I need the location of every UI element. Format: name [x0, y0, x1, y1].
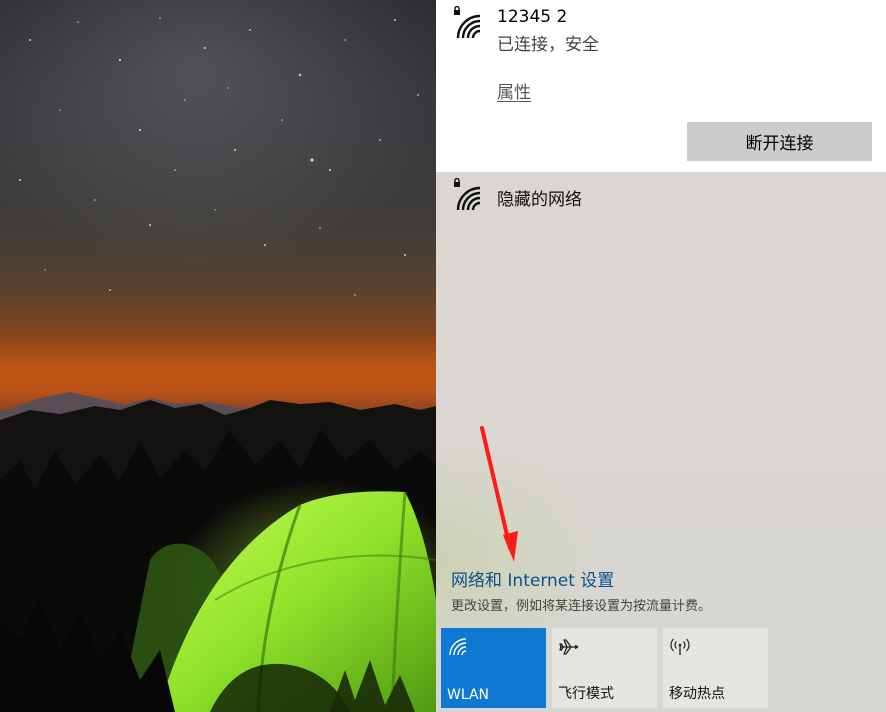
quick-action-label: 飞行模式	[558, 686, 614, 702]
hotspot-icon	[670, 638, 690, 655]
disconnect-button[interactable]: 断开连接	[687, 122, 872, 161]
desktop-wallpaper	[0, 0, 436, 712]
quick-action-label: 移动热点	[669, 686, 725, 702]
hidden-network-name: 隐藏的网络	[497, 190, 582, 210]
connected-network-status: 已连接，安全	[497, 35, 599, 55]
network-flyout-panel: 12345 2 已连接，安全 属性 断开连接 隐藏的网络 网络和 Interne…	[436, 0, 886, 712]
wifi-secured-icon	[454, 6, 481, 39]
hidden-network-item[interactable]: 隐藏的网络	[436, 172, 886, 222]
quick-action-wlan[interactable]: WLAN	[441, 628, 546, 708]
quick-action-label: WLAN	[447, 687, 490, 703]
wallpaper-scene-image	[0, 0, 436, 712]
quick-action-mobile-hotspot[interactable]: 移动热点	[663, 628, 768, 708]
wifi-icon	[449, 638, 467, 656]
connected-network-name: 12345 2	[497, 7, 568, 27]
wifi-secured-icon	[454, 178, 481, 211]
airplane-icon	[559, 639, 579, 655]
network-settings-link[interactable]: 网络和 Internet 设置	[451, 566, 614, 591]
network-settings-description: 更改设置，例如将某连接设置为按流量计费。	[451, 599, 712, 614]
properties-link[interactable]: 属性	[497, 78, 531, 103]
connected-network-item[interactable]: 12345 2 已连接，安全 属性 断开连接	[436, 0, 886, 172]
quick-action-airplane-mode[interactable]: 飞行模式	[552, 628, 657, 708]
